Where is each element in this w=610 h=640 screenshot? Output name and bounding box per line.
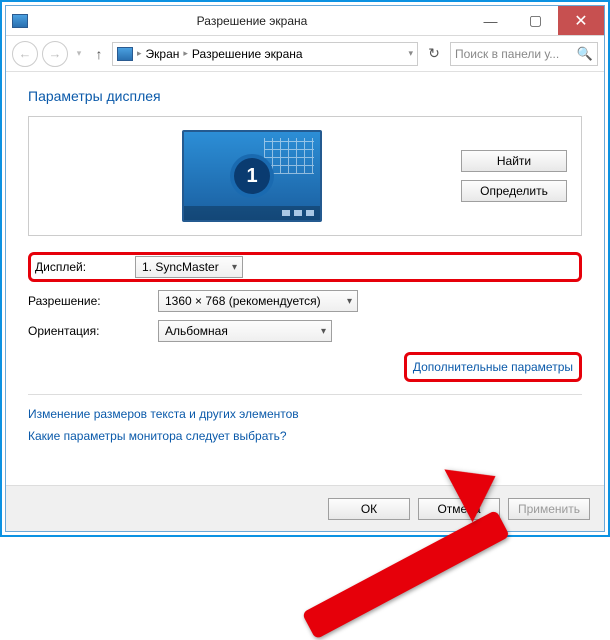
chevron-right-icon: ▸ — [137, 48, 142, 59]
display-row-highlight: Дисплей: 1. SyncMaster — [28, 252, 582, 282]
search-input[interactable]: Поиск в панели у... 🔍 — [450, 42, 598, 66]
orientation-label: Ориентация: — [28, 324, 158, 338]
text-size-link[interactable]: Изменение размеров текста и других элеме… — [28, 407, 582, 421]
app-icon — [12, 14, 28, 28]
breadcrumb-item[interactable]: Экран — [146, 47, 180, 61]
search-placeholder: Поиск в панели у... — [455, 47, 577, 61]
orientation-select[interactable]: Альбомная — [158, 320, 332, 342]
detect-button[interactable]: Определить — [461, 180, 567, 202]
maximize-button[interactable]: ▢ — [513, 6, 558, 35]
resolution-select[interactable]: 1360 × 768 (рекомендуется) — [158, 290, 358, 312]
search-icon: 🔍 — [577, 46, 593, 62]
close-button[interactable]: ✕ — [558, 6, 604, 35]
display-preview: 1 Найти Определить — [28, 116, 582, 236]
refresh-button[interactable]: ↻ — [422, 42, 446, 66]
breadcrumb-item[interactable]: Разрешение экрана — [192, 47, 303, 61]
divider — [28, 394, 582, 395]
chevron-down-icon[interactable]: ▾ — [408, 48, 413, 59]
page-title: Параметры дисплея — [28, 88, 582, 104]
history-dropdown-icon[interactable]: ▾ — [72, 48, 86, 59]
monitor-number: 1 — [234, 158, 270, 194]
navbar: ← → ▾ ↑ ▸ Экран ▸ Разрешение экрана ▾ ↻ … — [6, 36, 604, 72]
apply-button: Применить — [508, 498, 590, 520]
advanced-settings-link[interactable]: Дополнительные параметры — [413, 360, 573, 374]
back-button[interactable]: ← — [12, 41, 38, 67]
screen-icon — [117, 47, 133, 61]
chevron-right-icon: ▸ — [183, 48, 188, 59]
window-title: Разрешение экрана — [36, 14, 468, 28]
titlebar: Разрешение экрана — ▢ ✕ — [6, 6, 604, 36]
ok-button[interactable]: ОК — [328, 498, 410, 520]
breadcrumb[interactable]: ▸ Экран ▸ Разрешение экрана ▾ — [112, 42, 418, 66]
advanced-link-highlight: Дополнительные параметры — [404, 352, 582, 382]
monitor-thumbnail[interactable]: 1 — [182, 130, 322, 222]
cancel-button[interactable]: Отмена — [418, 498, 500, 520]
find-button[interactable]: Найти — [461, 150, 567, 172]
resolution-label: Разрешение: — [28, 294, 158, 308]
forward-button[interactable]: → — [42, 41, 68, 67]
minimize-button[interactable]: — — [468, 6, 513, 35]
up-button[interactable]: ↑ — [90, 46, 108, 62]
display-label: Дисплей: — [35, 260, 135, 274]
which-monitor-link[interactable]: Какие параметры монитора следует выбрать… — [28, 429, 582, 443]
dialog-buttons: ОК Отмена Применить — [6, 485, 604, 531]
display-select[interactable]: 1. SyncMaster — [135, 256, 243, 278]
